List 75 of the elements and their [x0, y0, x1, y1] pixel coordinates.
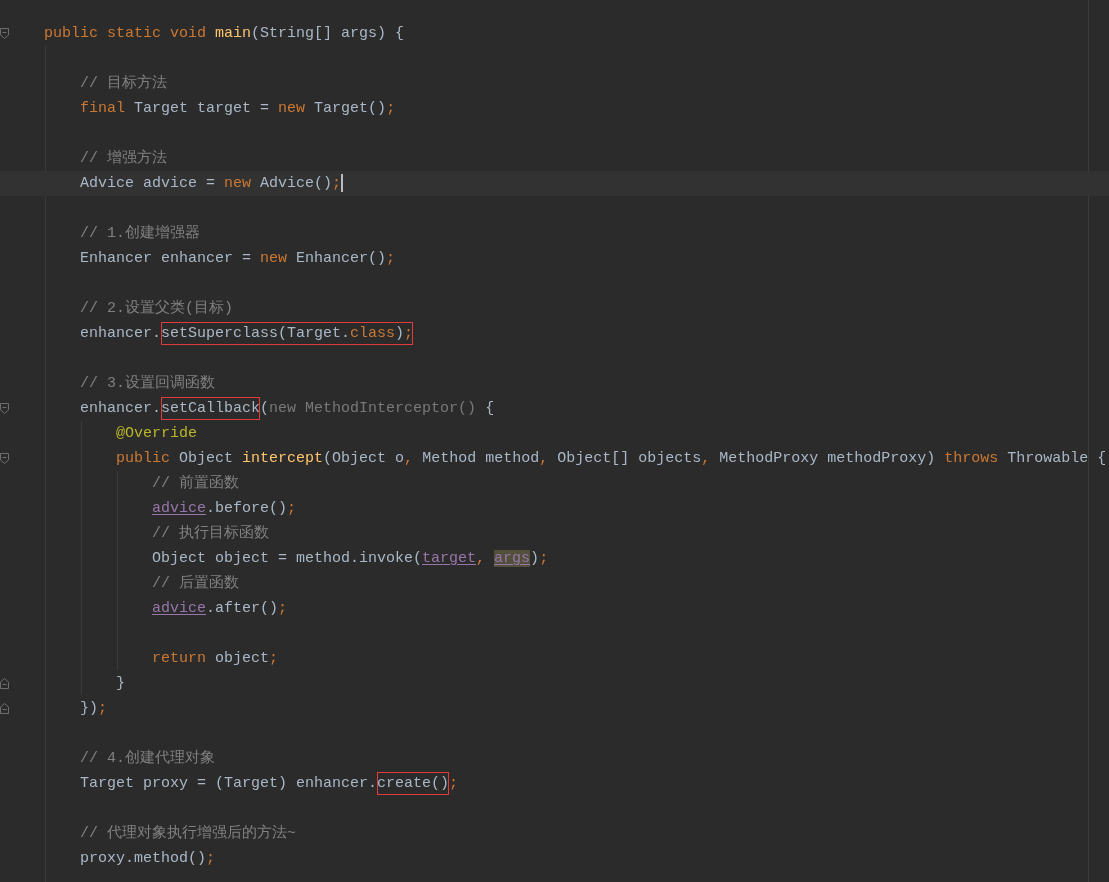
- code-text: ,: [476, 550, 486, 567]
- code-text: // 后置函数: [152, 575, 239, 592]
- code-text: new MethodInterceptor(): [269, 400, 477, 417]
- code-text: ;: [269, 650, 279, 667]
- code-text: new: [260, 250, 288, 267]
- code-text: return: [152, 650, 206, 667]
- code-text: new: [224, 175, 252, 192]
- code-text: Throwable {: [1007, 450, 1107, 467]
- code-text: target: [422, 550, 477, 567]
- code-text: // 2.设置父类(目标): [80, 300, 233, 317]
- code-text: // 目标方法: [80, 75, 167, 92]
- code-text: // 4.创建代理对象: [80, 750, 215, 767]
- code-text: Object object = method.invoke(: [152, 550, 423, 567]
- code-text: ;: [386, 100, 396, 117]
- code-text: ;: [98, 700, 108, 717]
- highlighted-usage: args: [494, 550, 531, 567]
- code-text: ;: [206, 850, 216, 867]
- code-text: ;: [278, 600, 288, 617]
- code-text: advice: [152, 500, 206, 517]
- code-text: // 1.创建增强器: [80, 225, 200, 242]
- code-text: Target proxy = (Target) enhancer.: [80, 775, 378, 792]
- code-text: ;: [332, 175, 342, 192]
- code-text: main: [215, 25, 252, 42]
- code-text: .before(): [206, 500, 288, 517]
- code-text: ;: [539, 550, 549, 567]
- code-text: public static void: [44, 25, 207, 42]
- code-text: ): [530, 550, 540, 567]
- code-text: }: [116, 675, 125, 692]
- code-text: throws: [944, 450, 999, 467]
- code-text: proxy.method(): [80, 850, 207, 867]
- code-text: enhancer.: [80, 400, 161, 417]
- code-text: @Override: [116, 425, 197, 442]
- code-text: {: [485, 400, 495, 417]
- code-text: Enhancer enhancer =: [80, 250, 252, 267]
- code-text: final: [80, 100, 125, 117]
- fold-icon[interactable]: [0, 703, 9, 714]
- fold-icon[interactable]: [0, 453, 9, 464]
- code-text: // 代理对象执行增强后的方法~: [80, 825, 296, 842]
- code-text: Target target =: [134, 100, 270, 117]
- code-text: (: [260, 400, 270, 417]
- code-text: Object[] objects: [557, 450, 702, 467]
- fold-icon[interactable]: [0, 28, 9, 39]
- highlighted-code: setSuperclass(Target.class);: [161, 322, 414, 345]
- fold-icon[interactable]: [0, 678, 9, 689]
- text-cursor: [341, 174, 344, 193]
- code-text: intercept: [242, 450, 324, 467]
- code-text: Target(): [314, 100, 387, 117]
- code-text: // 3.设置回调函数: [80, 375, 215, 392]
- code-text: (String[] args) {: [251, 25, 405, 42]
- code-text: Enhancer(): [296, 250, 387, 267]
- code-text: Object: [179, 450, 234, 467]
- code-text: // 增强方法: [80, 150, 167, 167]
- code-text: ,: [539, 450, 549, 467]
- code-text: ;: [386, 250, 396, 267]
- fold-icon[interactable]: [0, 403, 9, 414]
- code-text: .after(): [206, 600, 279, 617]
- code-text: new: [278, 100, 306, 117]
- highlighted-code: setCallback: [161, 397, 261, 420]
- code-text: Advice(): [260, 175, 333, 192]
- code-text: ,: [701, 450, 711, 467]
- code-text: Advice advice =: [80, 175, 216, 192]
- code-text: public: [116, 450, 170, 467]
- code-text: // 执行目标函数: [152, 525, 269, 542]
- code-text: // 前置函数: [152, 475, 239, 492]
- code-text: enhancer.: [80, 325, 161, 342]
- code-text: ;: [287, 500, 297, 517]
- code-text: advice: [152, 600, 206, 617]
- code-text: ;: [449, 775, 459, 792]
- code-text: ,: [404, 450, 414, 467]
- code-text: object: [215, 650, 270, 667]
- highlighted-code: create(): [377, 772, 450, 795]
- code-text: Method method: [422, 450, 540, 467]
- code-text: }): [80, 700, 98, 717]
- code-text: MethodProxy methodProxy): [719, 450, 936, 467]
- code-text: (Object o: [323, 450, 405, 467]
